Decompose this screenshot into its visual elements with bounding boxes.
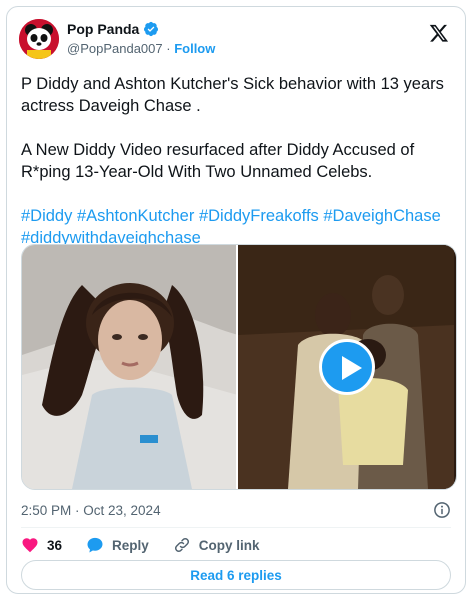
action-bar: 36 Reply Copy link xyxy=(21,536,284,554)
media-photo[interactable] xyxy=(22,245,238,489)
link-icon xyxy=(174,537,189,553)
author-name-row: Pop Panda xyxy=(67,21,159,37)
author-name[interactable]: Pop Panda xyxy=(67,21,139,37)
tweet-card: Pop Panda @PopPanda007 · Follow P Diddy … xyxy=(6,6,466,594)
copy-link-label: Copy link xyxy=(198,537,260,553)
tweet-timestamp[interactable]: 2:50 PM · Oct 23, 2024 xyxy=(21,503,161,518)
avatar[interactable] xyxy=(19,19,59,59)
author-handle[interactable]: @PopPanda007 xyxy=(67,41,163,56)
divider xyxy=(21,527,451,528)
tweet-paragraph-1: P Diddy and Ashton Kutcher's Sick behavi… xyxy=(21,75,444,115)
tweet-text: P Diddy and Ashton Kutcher's Sick behavi… xyxy=(21,73,451,249)
media-grid xyxy=(21,244,457,490)
author-handle-row: @PopPanda007 · Follow xyxy=(67,41,215,56)
tweet-paragraph-2: A New Diddy Video resurfaced after Diddy… xyxy=(21,141,415,181)
like-count: 36 xyxy=(47,537,63,553)
read-replies-button[interactable]: Read 6 replies xyxy=(21,560,451,590)
media-video[interactable] xyxy=(238,245,456,489)
like-button[interactable]: 36 xyxy=(21,536,62,554)
reply-button[interactable]: Reply xyxy=(86,536,149,554)
verified-badge-icon xyxy=(144,21,159,37)
reply-bubble-icon xyxy=(87,537,103,553)
x-logo-icon[interactable] xyxy=(429,23,449,43)
follow-button[interactable]: Follow xyxy=(174,41,215,56)
copy-link-button[interactable]: Copy link xyxy=(173,536,260,554)
tweet-header: Pop Panda @PopPanda007 · Follow xyxy=(19,19,453,67)
tweet-hashtags[interactable]: #Diddy #AshtonKutcher #DiddyFreakoffs #D… xyxy=(21,205,451,249)
separator-dot: · xyxy=(166,41,171,56)
heart-icon xyxy=(22,538,38,553)
play-icon[interactable] xyxy=(319,339,375,395)
reply-label: Reply xyxy=(112,537,149,553)
info-icon[interactable] xyxy=(433,501,451,519)
